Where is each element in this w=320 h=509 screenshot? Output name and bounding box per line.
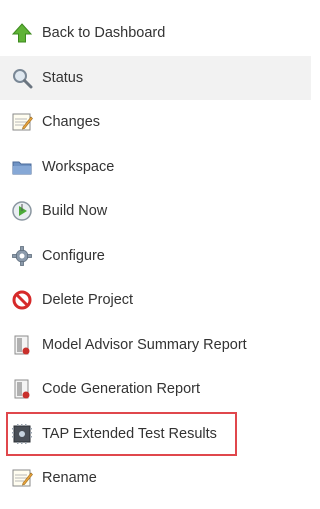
chip-icon [10, 422, 34, 446]
sidebar-item-label: Build Now [42, 203, 108, 220]
sidebar-item-model-advisor-summary-report[interactable]: Model Advisor Summary Report [0, 323, 311, 368]
sidebar-item-label: Code Generation Report [42, 381, 200, 398]
sidebar-item-build-now[interactable]: Build Now [0, 189, 311, 234]
sidebar-item-label: Workspace [42, 158, 115, 175]
sidebar-menu: Back to Dashboard Status Changes Workspa… [0, 11, 311, 501]
magnifier-icon [10, 66, 34, 90]
no-entry-icon [10, 288, 34, 312]
sidebar-item-label: Status [42, 69, 84, 86]
sidebar-item-configure[interactable]: Configure [0, 234, 311, 279]
sidebar-item-back-to-dashboard[interactable]: Back to Dashboard [0, 11, 311, 56]
sidebar-item-label: Back to Dashboard [42, 25, 166, 42]
report-icon [10, 333, 34, 357]
folder-icon [10, 155, 34, 179]
notepad-icon [10, 466, 34, 490]
sidebar-item-delete-project[interactable]: Delete Project [0, 278, 311, 323]
up-arrow-icon [10, 21, 34, 45]
sidebar-item-workspace[interactable]: Workspace [0, 145, 311, 190]
sidebar-item-tap-extended-test-results[interactable]: TAP Extended Test Results [6, 411, 237, 456]
sidebar-item-label: Model Advisor Summary Report [42, 336, 247, 353]
clock-play-icon [10, 199, 34, 223]
sidebar-item-label: Delete Project [42, 292, 134, 309]
sidebar-item-rename[interactable]: Rename [0, 456, 311, 501]
sidebar-item-label: Configure [42, 247, 105, 264]
sidebar-item-label: Rename [42, 470, 97, 487]
sidebar-item-code-generation-report[interactable]: Code Generation Report [0, 367, 311, 412]
notepad-icon [10, 110, 34, 134]
sidebar-item-status[interactable]: Status [0, 55, 311, 100]
sidebar-item-label: Changes [42, 114, 101, 131]
sidebar-item-changes[interactable]: Changes [0, 100, 311, 145]
sidebar-item-label: TAP Extended Test Results [42, 425, 217, 442]
gear-icon [10, 244, 34, 268]
report-icon [10, 377, 34, 401]
